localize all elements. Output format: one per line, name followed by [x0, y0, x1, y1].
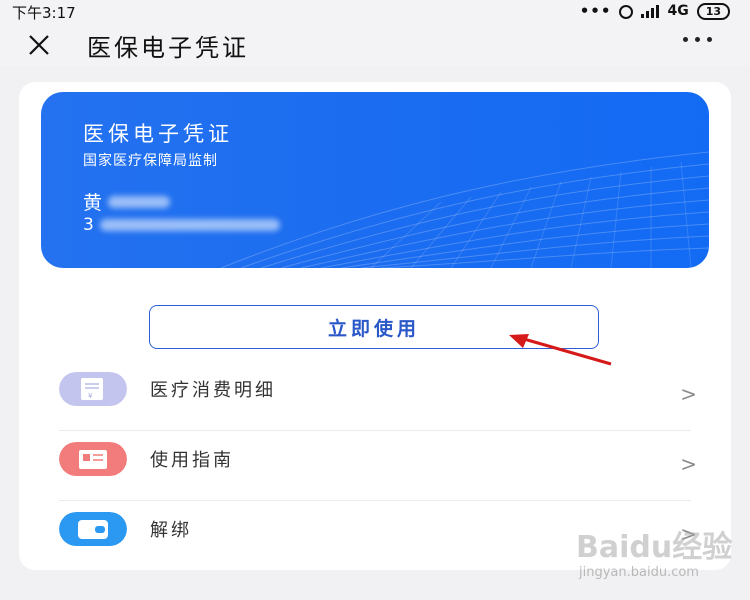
status-bar: 下午3:17 ••• 4G 13 [0, 0, 750, 24]
card-holder-name: 黄 [83, 188, 171, 215]
alarm-icon [619, 5, 634, 19]
card-title: 医保电子凭证 [83, 122, 233, 146]
menu-item-label: 医疗消费明细 [150, 380, 276, 401]
card-id-text: 3 [83, 215, 94, 235]
status-time: 下午3:17 [12, 4, 76, 22]
wallet-icon [59, 512, 127, 546]
main-panel: 医保电子凭证 国家医疗保障局监制 黄 3 立即使用 ¥ 医疗消费明细 > 使用指… [19, 82, 731, 570]
guide-icon [59, 442, 127, 476]
card-id-number: 3 [83, 215, 280, 235]
signal-icon [641, 4, 660, 18]
notification-dots: ••• [579, 2, 612, 20]
status-icons: ••• 4G 13 [580, 2, 730, 20]
svg-text:¥: ¥ [88, 392, 93, 400]
menu-item-label: 使用指南 [150, 450, 234, 471]
card-holder-name-text: 黄 [83, 192, 103, 214]
battery-icon: 13 [696, 2, 730, 20]
baidu-watermark-url: jingyan.baidu.com [579, 565, 699, 580]
card-subtitle: 国家医疗保障局监制 [83, 153, 218, 169]
menu-item-consumption-details[interactable]: ¥ 医疗消费明细 > [59, 360, 697, 431]
receipt-icon: ¥ [59, 372, 127, 406]
id-redaction [99, 219, 280, 231]
chevron-right-icon: > [680, 452, 697, 476]
app-header: 医保电子凭证 [0, 24, 750, 66]
chevron-right-icon: > [680, 382, 697, 406]
page-title: 医保电子凭证 [87, 34, 249, 62]
more-options-icon[interactable] [683, 37, 712, 42]
menu-item-label: 解绑 [150, 520, 192, 541]
baidu-watermark-logo: Baidu经验 [576, 530, 733, 565]
network-type: 4G [667, 3, 689, 19]
name-redaction [108, 195, 171, 208]
insurance-card[interactable]: 医保电子凭证 国家医疗保障局监制 黄 3 [41, 92, 709, 268]
close-icon[interactable] [28, 34, 50, 56]
menu-item-user-guide[interactable]: 使用指南 > [59, 430, 697, 501]
